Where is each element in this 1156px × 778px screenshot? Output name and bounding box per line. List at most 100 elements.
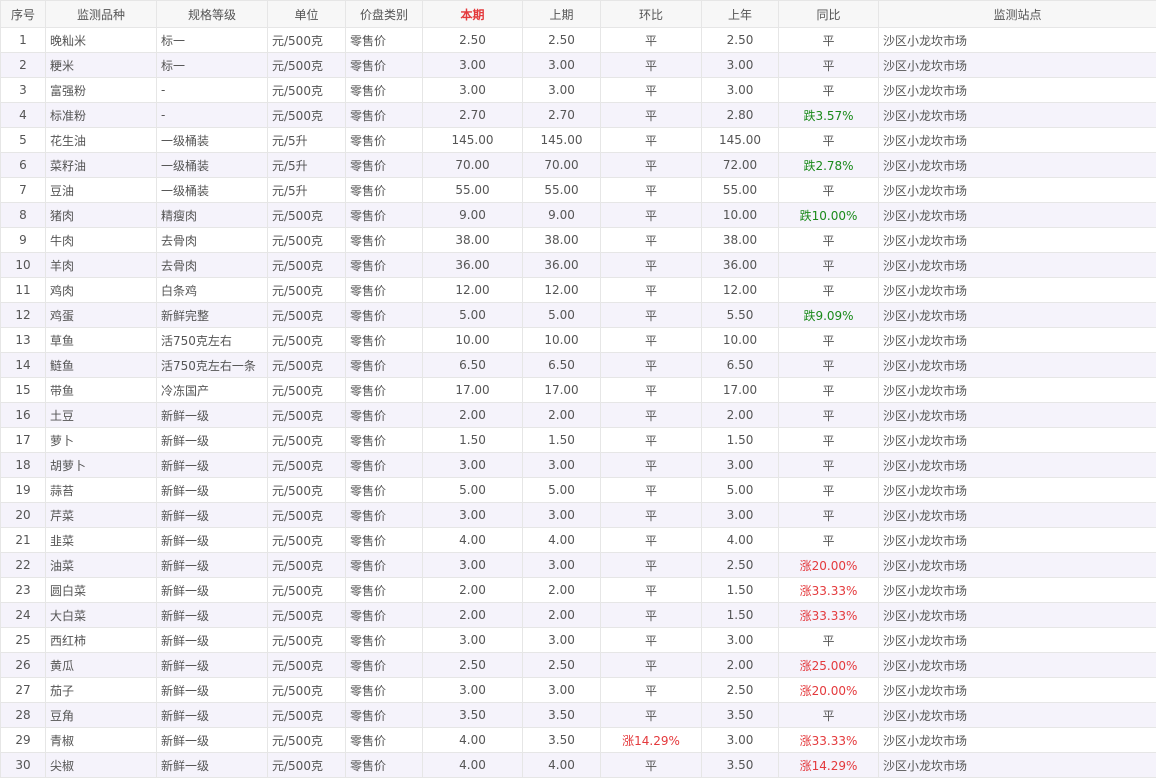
cell-current: 17.00 <box>422 377 523 403</box>
cell-index: 18 <box>0 452 46 478</box>
cell-last-year: 10.00 <box>701 202 779 228</box>
header-yoy[interactable]: 同比 <box>778 0 879 28</box>
cell-current: 3.00 <box>422 552 523 578</box>
table-row[interactable]: 15 带鱼 冷冻国产 元/500克 零售价 17.00 17.00 平 17.00 平沙区小龙坎市… <box>0 377 1156 403</box>
header-spec[interactable]: 规格等级 <box>156 0 268 28</box>
cell-yoy: 涨33.33% <box>778 727 879 753</box>
cell-item: 菜籽油 <box>45 152 157 178</box>
table-row[interactable]: 18 胡萝卜 新鲜一级 元/500克 零售价 3.00 3.00 平 3.00 平沙区小龙坎市场 <box>0 452 1156 478</box>
table-row[interactable]: 12 鸡蛋 新鲜完整 元/500克 零售价 5.00 5.00 平 5.50 跌9.09% 沙区小龙… <box>0 302 1156 328</box>
cell-station: 沙区小龙坎市场 <box>878 427 1156 453</box>
table-row[interactable]: 2 粳米 标一 元/500克 零售价 3.00 3.00 平 3.00 平沙区小龙坎市场 <box>0 52 1156 78</box>
table-row[interactable]: 11 鸡肉 白条鸡 元/500克 零售价 12.00 12.00 平 12.00 平沙区小龙坎市场 <box>0 277 1156 303</box>
header-unit[interactable]: 单位 <box>267 0 346 28</box>
cell-index: 1 <box>0 27 46 53</box>
cell-index: 23 <box>0 577 46 603</box>
cell-index: 15 <box>0 377 46 403</box>
cell-last-year: 3.00 <box>701 452 779 478</box>
cell-spec: 冷冻国产 <box>156 377 268 403</box>
table-row[interactable]: 29 青椒 新鲜一级 元/500克 零售价 4.00 3.50 涨14.29% 3.00 涨33.… <box>0 727 1156 753</box>
header-item[interactable]: 监测品种 <box>45 0 157 28</box>
header-mom[interactable]: 环比 <box>600 0 702 28</box>
cell-price-type: 零售价 <box>345 752 423 778</box>
cell-station: 沙区小龙坎市场 <box>878 102 1156 128</box>
cell-previous: 10.00 <box>522 327 601 353</box>
cell-last-year: 2.50 <box>701 27 779 53</box>
header-last-year[interactable]: 上年 <box>701 0 779 28</box>
table-row[interactable]: 16 土豆 新鲜一级 元/500克 零售价 2.00 2.00 平 2.00 平沙区小龙坎市场 <box>0 402 1156 428</box>
cell-spec: 新鲜一级 <box>156 702 268 728</box>
header-price-type[interactable]: 价盘类别 <box>345 0 423 28</box>
cell-mom: 平 <box>600 352 702 378</box>
cell-mom: 平 <box>600 677 702 703</box>
cell-item: 圆白菜 <box>45 577 157 603</box>
cell-mom: 平 <box>600 52 702 78</box>
table-row[interactable]: 8 猪肉 精瘦肉 元/500克 零售价 9.00 9.00 平 10.00 跌10.00% 沙区小龙… <box>0 202 1156 228</box>
cell-yoy: 跌3.57% <box>778 102 879 128</box>
table-row[interactable]: 14 鲢鱼 活750克左右一条 元/500克 零售价 6.50 6.50 平 6.50 平沙区小龙… <box>0 352 1156 378</box>
cell-station: 沙区小龙坎市场 <box>878 177 1156 203</box>
table-row[interactable]: 21 韭菜 新鲜一级 元/500克 零售价 4.00 4.00 平 4.00 平沙区小龙坎市场 <box>0 527 1156 553</box>
table-row[interactable]: 10 羊肉 去骨肉 元/500克 零售价 36.00 36.00 平 36.00 平沙区小龙坎市场 <box>0 252 1156 278</box>
table-row[interactable]: 6 菜籽油 一级桶装 元/5升 零售价 70.00 70.00 平 72.00 跌2.78% 沙区小… <box>0 152 1156 178</box>
cell-item: 富强粉 <box>45 77 157 103</box>
cell-mom: 平 <box>600 227 702 253</box>
cell-last-year: 36.00 <box>701 252 779 278</box>
cell-index: 6 <box>0 152 46 178</box>
cell-yoy: 平 <box>778 502 879 528</box>
table-row[interactable]: 26 黄瓜 新鲜一级 元/500克 零售价 2.50 2.50 平 2.00 涨25.00% 沙区小… <box>0 652 1156 678</box>
cell-last-year: 72.00 <box>701 152 779 178</box>
header-station[interactable]: 监测站点 <box>878 0 1156 28</box>
table-row[interactable]: 28 豆角 新鲜一级 元/500克 零售价 3.50 3.50 平 3.50 平沙区小龙坎市场 <box>0 702 1156 728</box>
table-row[interactable]: 20 芹菜 新鲜一级 元/500克 零售价 3.00 3.00 平 3.00 平沙区小龙坎市场 <box>0 502 1156 528</box>
cell-station: 沙区小龙坎市场 <box>878 352 1156 378</box>
table-row[interactable]: 1 晚籼米 标一 元/500克 零售价 2.50 2.50 平 2.50 平沙区小龙坎市场 <box>0 27 1156 53</box>
cell-index: 11 <box>0 277 46 303</box>
cell-yoy: 跌9.09% <box>778 302 879 328</box>
table-row[interactable]: 27 茄子 新鲜一级 元/500克 零售价 3.00 3.00 平 2.50 涨20.00% 沙区小… <box>0 677 1156 703</box>
cell-yoy: 平 <box>778 177 879 203</box>
cell-price-type: 零售价 <box>345 677 423 703</box>
cell-price-type: 零售价 <box>345 27 423 53</box>
table-row[interactable]: 4 标准粉 - 元/500克 零售价 2.70 2.70 平 2.80 跌3.57% 沙区小龙坎市场 <box>0 102 1156 128</box>
cell-price-type: 零售价 <box>345 177 423 203</box>
cell-last-year: 12.00 <box>701 277 779 303</box>
cell-spec: 白条鸡 <box>156 277 268 303</box>
table-row[interactable]: 19 蒜苔 新鲜一级 元/500克 零售价 5.00 5.00 平 5.00 平沙区小龙坎市场 <box>0 477 1156 503</box>
table-row[interactable]: 25 西红柿 新鲜一级 元/500克 零售价 3.00 3.00 平 3.00 平沙区小龙坎市场 <box>0 627 1156 653</box>
cell-mom: 平 <box>600 377 702 403</box>
table-row[interactable]: 7 豆油 一级桶装 元/5升 零售价 55.00 55.00 平 55.00 平沙区小龙坎市场 <box>0 177 1156 203</box>
price-monitoring-table: 序号 监测品种 规格等级 单位 价盘类别 本期 上期 环比 上年 同比 监测站点… <box>0 0 1156 778</box>
cell-item: 粳米 <box>45 52 157 78</box>
cell-price-type: 零售价 <box>345 727 423 753</box>
table-row[interactable]: 30 尖椒 新鲜一级 元/500克 零售价 4.00 4.00 平 3.50 涨14.29% 沙区小… <box>0 752 1156 778</box>
cell-spec: 新鲜一级 <box>156 402 268 428</box>
cell-yoy: 平 <box>778 527 879 553</box>
cell-last-year: 3.00 <box>701 77 779 103</box>
cell-last-year: 6.50 <box>701 352 779 378</box>
table-row[interactable]: 13 草鱼 活750克左右 元/500克 零售价 10.00 10.00 平 10.00 平沙区小… <box>0 327 1156 353</box>
cell-spec: 新鲜一级 <box>156 752 268 778</box>
table-row[interactable]: 22 油菜 新鲜一级 元/500克 零售价 3.00 3.00 平 2.50 涨20.00% 沙区小… <box>0 552 1156 578</box>
header-index[interactable]: 序号 <box>0 0 46 28</box>
table-row[interactable]: 5 花生油 一级桶装 元/5升 零售价 145.00 145.00 平 145.00 平沙区小龙坎… <box>0 127 1156 153</box>
table-row[interactable]: 23 圆白菜 新鲜一级 元/500克 零售价 2.00 2.00 平 1.50 涨33.33% 沙区… <box>0 577 1156 603</box>
cell-current: 70.00 <box>422 152 523 178</box>
cell-previous: 3.00 <box>522 502 601 528</box>
table-row[interactable]: 3 富强粉 - 元/500克 零售价 3.00 3.00 平 3.00 平沙区小龙坎市场 <box>0 77 1156 103</box>
cell-current: 55.00 <box>422 177 523 203</box>
cell-unit: 元/500克 <box>267 102 346 128</box>
cell-current: 2.00 <box>422 602 523 628</box>
cell-item: 猪肉 <box>45 202 157 228</box>
header-previous[interactable]: 上期 <box>522 0 601 28</box>
cell-mom: 平 <box>600 302 702 328</box>
cell-current: 1.50 <box>422 427 523 453</box>
cell-price-type: 零售价 <box>345 202 423 228</box>
cell-yoy: 平 <box>778 52 879 78</box>
table-row[interactable]: 9 牛肉 去骨肉 元/500克 零售价 38.00 38.00 平 38.00 平沙区小龙坎市场 <box>0 227 1156 253</box>
cell-yoy: 跌2.78% <box>778 152 879 178</box>
table-row[interactable]: 17 萝卜 新鲜一级 元/500克 零售价 1.50 1.50 平 1.50 平沙区小龙坎市场 <box>0 427 1156 453</box>
table-row[interactable]: 24 大白菜 新鲜一级 元/500克 零售价 2.00 2.00 平 1.50 涨33.33% 沙区… <box>0 602 1156 628</box>
header-current[interactable]: 本期 <box>422 0 523 28</box>
cell-current: 4.00 <box>422 527 523 553</box>
